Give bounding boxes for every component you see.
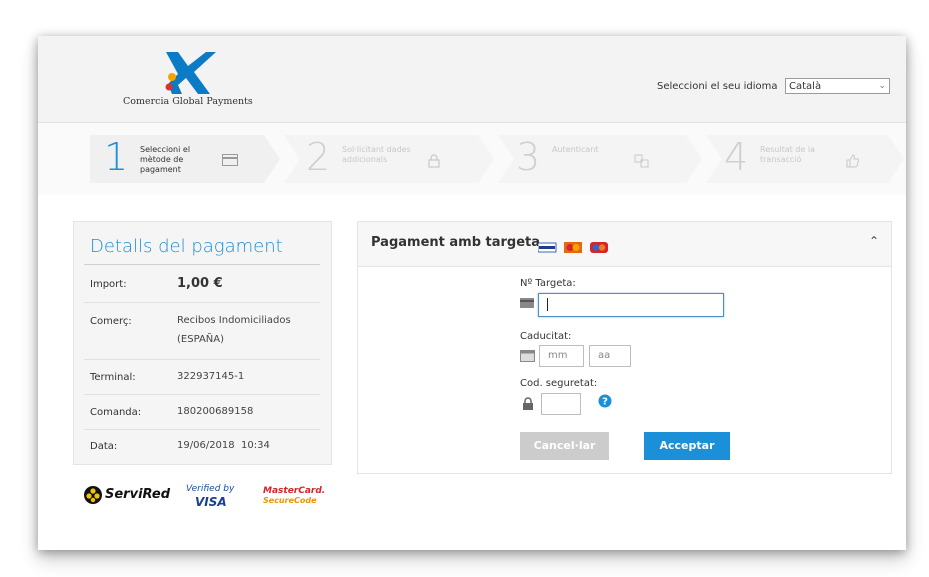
payment-window: Comercia Global Payments Seleccioni el s…	[38, 36, 906, 550]
detail-row-import: Import: 1,00 €	[84, 266, 320, 303]
details-title: Detalls del pagament	[90, 236, 283, 257]
mastercard-text: MasterCard.	[263, 486, 326, 496]
detail-key: Import:	[90, 279, 127, 290]
step-3-label: Autenticant	[552, 145, 599, 154]
accept-button[interactable]: Acceptar	[644, 432, 730, 460]
cvv-label: Cod. seguretat:	[520, 378, 598, 389]
step-2-number: 2	[306, 135, 331, 179]
detail-row-terminal: Terminal: 322937145-1	[84, 360, 320, 395]
svg-text:?: ?	[602, 397, 608, 408]
detail-row-date: Data: 19/06/2018 10:34	[84, 430, 320, 462]
securecode-text: SecureCode	[263, 496, 317, 505]
step-2: 2 Sol·licitant dades addicionals	[306, 135, 476, 183]
card-payment-title: Pagament amb targeta	[371, 235, 541, 250]
detail-key: Comanda:	[90, 407, 142, 418]
card-payment-panel: Pagament amb targeta ⌃ Nº Targeta: Caduc…	[357, 221, 892, 474]
payment-details-panel: Detalls del pagament Import: 1,00 € Come…	[73, 221, 332, 465]
cancel-button[interactable]: Cancel·lar	[520, 432, 609, 460]
language-select[interactable]: Català ⌄	[785, 78, 890, 94]
step-1-label: Seleccioni el mètode de pagament	[140, 145, 191, 174]
detail-value: Recibos Indomiciliados (ESPAÑA)	[177, 315, 291, 345]
card-number-input[interactable]	[538, 293, 724, 317]
detail-value: 180200689158	[177, 406, 254, 417]
servired-logo-icon	[84, 486, 102, 504]
step-4-number: 4	[724, 135, 749, 179]
expiry-month-input[interactable]: mm	[539, 345, 584, 367]
card-brands	[537, 238, 618, 257]
chevron-down-icon: ⌄	[878, 81, 886, 91]
detail-key: Comerç:	[90, 316, 132, 327]
detail-key: Terminal:	[90, 372, 136, 383]
step-3-number: 3	[516, 135, 541, 179]
language-selected-value: Català	[789, 81, 822, 92]
la-caixa-star-logo	[165, 52, 216, 94]
step-3: 3 Autenticant	[516, 135, 686, 183]
card-payment-header[interactable]: Pagament amb targeta ⌃	[358, 222, 891, 267]
logo-text: Comercia Global Payments	[123, 96, 253, 107]
card-number-label: Nº Targeta:	[520, 278, 576, 289]
detail-value: 322937145-1	[177, 371, 245, 382]
step-4-label: Resultat de la transacció	[760, 145, 815, 164]
auth-icon	[634, 154, 650, 172]
cvv-input[interactable]	[541, 393, 581, 415]
security-brands: ServiRed Verified by VISA MasterCard. Se…	[83, 482, 333, 512]
verified-by-text: Verified by	[186, 484, 235, 494]
help-icon[interactable]: ?	[598, 394, 612, 408]
detail-value: 19/06/2018 10:34	[177, 440, 270, 451]
progress-steps: 1 Seleccioni el mètode de pagament 2 Sol…	[38, 123, 906, 195]
lock-icon	[428, 154, 440, 172]
detail-row-order: Comanda: 180200689158	[84, 395, 320, 430]
card-brand-icons	[537, 242, 608, 253]
step-2-label: Sol·licitant dades addicionals	[342, 145, 411, 164]
header: Comercia Global Payments Seleccioni el s…	[38, 36, 906, 123]
servired-logo-text: ServiRed	[105, 487, 171, 502]
collapse-caret-icon[interactable]: ⌃	[869, 234, 879, 248]
expiry-year-input[interactable]: aa	[589, 345, 631, 367]
step-4: 4 Resultat de la transacció	[724, 135, 894, 183]
step-1: 1 Seleccioni el mètode de pagament	[104, 135, 274, 183]
detail-key: Data:	[90, 441, 118, 452]
visa-text: VISA	[195, 495, 227, 509]
card-icon	[222, 154, 238, 170]
detail-row-merchant: Comerç: Recibos Indomiciliados (ESPAÑA)	[84, 303, 320, 360]
text-cursor	[547, 298, 548, 311]
lock-icon	[523, 397, 533, 410]
expiry-label: Caducitat:	[520, 331, 572, 342]
calendar-icon	[520, 350, 535, 362]
language-label: Seleccioni el seu idioma	[657, 81, 778, 92]
thumbs-up-icon	[846, 154, 860, 172]
divider	[84, 264, 320, 265]
step-1-number: 1	[104, 135, 129, 179]
detail-value: 1,00 €	[177, 276, 223, 291]
card-icon	[520, 298, 534, 308]
